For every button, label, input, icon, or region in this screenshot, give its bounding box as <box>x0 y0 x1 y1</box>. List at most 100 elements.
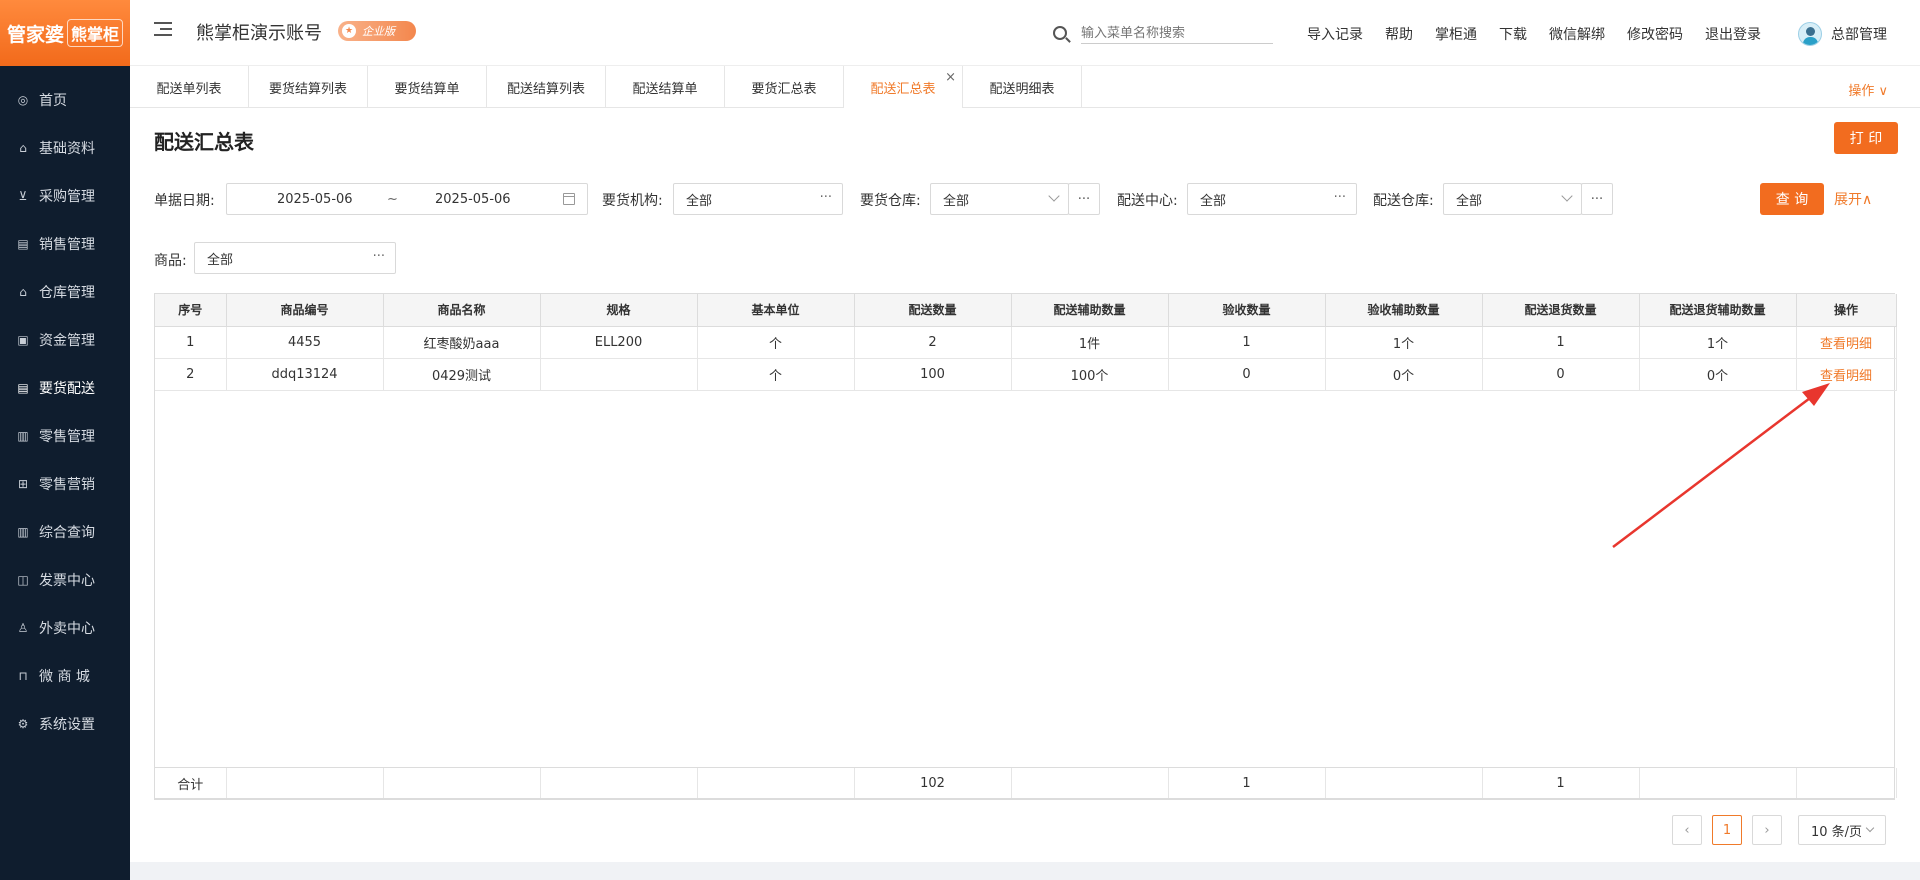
top-link-5[interactable]: 微信解绑 <box>1549 24 1605 44</box>
sidebar-item-1[interactable]: ◎ 首页 <box>0 76 130 124</box>
sidebar-item-10[interactable]: ▥ 综合查询 <box>0 508 130 556</box>
org-filter-label: 要货机构: <box>602 193 663 209</box>
user-name[interactable]: 总部管理 <box>1831 24 1887 44</box>
user-menu[interactable]: 总部管理 <box>1798 22 1887 46</box>
goods-filter-label: 商品: <box>154 253 187 269</box>
more-icon[interactable]: ··· <box>373 249 385 264</box>
column-header: 配送数量 <box>854 294 1012 327</box>
tab-3[interactable]: 要货结算单 <box>368 66 487 108</box>
sidebar-item-label: 资金管理 <box>39 333 95 349</box>
tab-1[interactable]: 配送单列表 <box>130 66 249 108</box>
tab-2[interactable]: 要货结算列表 <box>249 66 368 108</box>
menu-search <box>1053 22 1273 44</box>
print-button[interactable]: 打 印 <box>1834 122 1898 154</box>
tab-8[interactable]: 配送明细表 <box>963 66 1082 108</box>
next-page-button[interactable]: › <box>1752 815 1782 845</box>
sidebar-item-9[interactable]: ⊞ 零售营销 <box>0 460 130 508</box>
top-link-7[interactable]: 退出登录 <box>1705 24 1761 44</box>
more-icon[interactable]: ··· <box>1334 190 1346 205</box>
more-icon[interactable]: ··· <box>820 190 832 205</box>
tab-label: 要货结算单 <box>394 81 460 97</box>
chart-icon: ▥ <box>17 525 29 539</box>
menu-collapse-icon[interactable] <box>154 22 172 38</box>
logo-text-sub: 熊掌柜 <box>67 19 124 47</box>
tab-label: 要货汇总表 <box>751 81 817 97</box>
prev-page-button[interactable]: ‹ <box>1672 815 1702 845</box>
sidebar-menu: ◎ 首页 ⌂ 基础资料 ⊻ 采购管理 ▤ 销售管理 ⌂ 仓库管理 ▣ 资金管理 ▤ 要货配送 ▥ 零售管理 ⊞ 零… <box>0 76 130 748</box>
date-filter-label: 单据日期: <box>154 193 215 209</box>
page-size-select[interactable]: 10 条/页 <box>1798 815 1886 845</box>
sidebar-item-label: 综合查询 <box>39 525 95 541</box>
sidebar-item-2[interactable]: ⌂ 基础资料 <box>0 124 130 172</box>
req-warehouse-value: 全部 <box>943 193 970 209</box>
sales-icon: ▤ <box>17 237 29 251</box>
table-cell: 1件 <box>1011 326 1169 359</box>
org-filter-select[interactable]: 全部 ··· <box>673 183 843 215</box>
calendar-icon[interactable] <box>563 193 575 205</box>
view-detail-link[interactable]: 查看明细 <box>1820 337 1872 352</box>
sidebar-item-label: 基础资料 <box>39 141 95 157</box>
sidebar-item-13[interactable]: ⊓ 微 商 城 <box>0 652 130 700</box>
sidebar-item-5[interactable]: ⌂ 仓库管理 <box>0 268 130 316</box>
chevron-down-icon <box>1561 190 1573 202</box>
del-warehouse-more-button[interactable]: ··· <box>1581 183 1613 215</box>
sidebar-item-6[interactable]: ▣ 资金管理 <box>0 316 130 364</box>
table-cell: 1个 <box>1639 326 1797 359</box>
center-filter-select[interactable]: 全部 ··· <box>1187 183 1357 215</box>
sidebar-item-8[interactable]: ▥ 零售管理 <box>0 412 130 460</box>
sidebar-item-4[interactable]: ▤ 销售管理 <box>0 220 130 268</box>
tab-operations-menu[interactable]: 操作 ∨ <box>1848 80 1888 99</box>
sidebar-item-label: 首页 <box>39 93 67 109</box>
org-filter-value: 全部 <box>686 193 713 209</box>
top-link-6[interactable]: 修改密码 <box>1627 24 1683 44</box>
search-icon[interactable] <box>1053 26 1067 40</box>
table-row[interactable]: 2 ddq13124 0429测试个 100 100个 0 0个 0 0个 查看明细 <box>155 358 1897 391</box>
expand-filters-link[interactable]: 展开∧ <box>1834 189 1872 209</box>
table-cell: 0 <box>1168 358 1326 391</box>
query-button[interactable]: 查 询 <box>1760 183 1824 215</box>
sidebar-item-12[interactable]: ♙ 外卖中心 <box>0 604 130 652</box>
sidebar-item-14[interactable]: ⚙ 系统设置 <box>0 700 130 748</box>
tab-label: 配送结算单 <box>632 81 698 97</box>
column-header: 配送辅助数量 <box>1011 294 1169 327</box>
view-detail-link[interactable]: 查看明细 <box>1820 369 1872 384</box>
table-row[interactable]: 1 4455 红枣酸奶aaa ELL200 个 2 1件 1 1个 1 1个 查看明细 <box>155 326 1897 359</box>
invoice-icon: ◫ <box>17 573 29 587</box>
date-to-value[interactable]: 2025-05-06 <box>435 192 511 207</box>
center-filter-label: 配送中心: <box>1117 193 1178 209</box>
menu-search-input[interactable] <box>1081 22 1273 44</box>
top-link-4[interactable]: 下载 <box>1499 24 1527 44</box>
sidebar-item-11[interactable]: ◫ 发票中心 <box>0 556 130 604</box>
goods-filter-select[interactable]: 全部 ··· <box>194 242 396 274</box>
tab-4[interactable]: 配送结算列表 <box>487 66 606 108</box>
sidebar-item-7[interactable]: ▤ 要货配送 <box>0 364 130 412</box>
sidebar-item-label: 零售管理 <box>39 429 95 445</box>
edition-badge: ★ 企业版 <box>338 21 416 41</box>
tab-6[interactable]: 要货汇总表 <box>725 66 844 108</box>
date-from-value[interactable]: 2025-05-06 <box>277 192 353 207</box>
top-link-2[interactable]: 帮助 <box>1385 24 1413 44</box>
sidebar-item-label: 要货配送 <box>39 381 95 397</box>
top-link-3[interactable]: 掌柜通 <box>1435 24 1477 44</box>
table-cell <box>540 358 698 391</box>
goods-filter-value: 全部 <box>207 252 234 268</box>
req-warehouse-select[interactable]: 全部 <box>930 183 1069 215</box>
logo-text-main: 管家婆 <box>6 23 64 46</box>
table-cell: 2 <box>155 358 227 391</box>
tab-7[interactable]: 配送汇总表 × <box>844 66 963 108</box>
sidebar-item-3[interactable]: ⊻ 采购管理 <box>0 172 130 220</box>
column-header: 验收数量 <box>1168 294 1326 327</box>
table-cell: 4455 <box>226 326 384 359</box>
column-header: 配送退货数量 <box>1482 294 1640 327</box>
avatar[interactable] <box>1798 22 1822 46</box>
req-warehouse-more-button[interactable]: ··· <box>1068 183 1100 215</box>
brand-logo[interactable]: 管家婆 熊掌柜 <box>0 0 130 66</box>
top-link-1[interactable]: 导入记录 <box>1307 24 1363 44</box>
date-range-picker[interactable]: 2025-05-06 ~ 2025-05-06 <box>226 183 588 215</box>
page-number-current[interactable]: 1 <box>1712 815 1742 845</box>
sidebar-item-label: 仓库管理 <box>39 285 95 301</box>
del-warehouse-select[interactable]: 全部 <box>1443 183 1582 215</box>
sidebar-item-label: 零售营销 <box>39 477 95 493</box>
tab-5[interactable]: 配送结算单 <box>606 66 725 108</box>
close-icon[interactable]: × <box>945 70 956 85</box>
